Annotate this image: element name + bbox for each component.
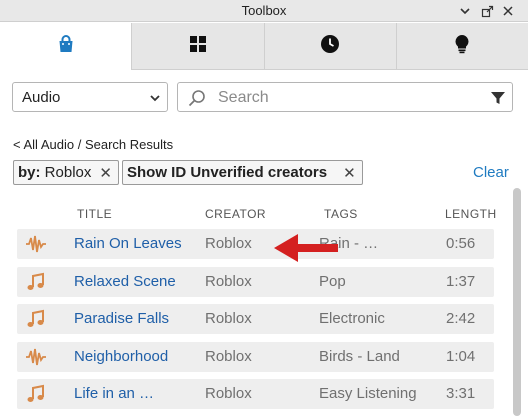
- filter-chip-unverified: Show ID Unverified creators ✕: [122, 160, 363, 185]
- chevron-down-icon[interactable]: [457, 3, 473, 19]
- row-creator: Roblox: [205, 385, 252, 402]
- breadcrumb-current: Search Results: [84, 137, 174, 152]
- tab-inventory[interactable]: [131, 23, 263, 69]
- shopping-bag-icon: [56, 34, 76, 59]
- window-titlebar: Toolbox: [0, 0, 528, 22]
- filter-chip-creator: by: Roblox ✕: [13, 160, 119, 185]
- row-title[interactable]: Life in an …: [74, 385, 154, 402]
- music-note-icon: [25, 309, 47, 329]
- row-length: 0:56: [446, 235, 476, 252]
- row-tags: Birds - Land: [319, 348, 400, 365]
- row-creator: Roblox: [205, 235, 252, 252]
- table-row[interactable]: Relaxed Scene Roblox Pop 1:37: [17, 267, 494, 297]
- table-row[interactable]: Life in an … Roblox Easy Listening 3:31: [17, 379, 494, 409]
- close-icon[interactable]: [500, 3, 516, 19]
- filter-chip-value: Roblox: [44, 164, 92, 181]
- row-title[interactable]: Neighborhood: [74, 348, 168, 365]
- search-icon: [188, 89, 206, 112]
- tab-recent[interactable]: [263, 23, 396, 69]
- breadcrumb-separator: /: [77, 137, 82, 152]
- undock-icon[interactable]: [479, 3, 495, 19]
- table-row[interactable]: Paradise Falls Roblox Electronic 2:42: [17, 304, 494, 334]
- music-note-icon: [25, 384, 47, 404]
- grid-icon: [189, 35, 207, 58]
- breadcrumb: < All Audio / Search Results: [13, 137, 173, 152]
- close-icon[interactable]: ✕: [99, 164, 112, 182]
- row-title[interactable]: Relaxed Scene: [74, 273, 176, 290]
- category-dropdown[interactable]: Audio: [12, 82, 168, 112]
- table-row[interactable]: Rain On Leaves Roblox Rain - … 0:56: [17, 229, 494, 259]
- music-note-icon: [25, 272, 47, 292]
- filter-icon[interactable]: [490, 90, 506, 111]
- search-input[interactable]: Search: [177, 82, 513, 112]
- lightbulb-icon: [454, 34, 470, 59]
- row-length: 1:37: [446, 273, 476, 290]
- scrollbar[interactable]: [513, 188, 521, 416]
- row-length: 2:42: [446, 310, 476, 327]
- row-length: 1:04: [446, 348, 476, 365]
- clear-filters-link[interactable]: Clear: [473, 164, 509, 181]
- row-title[interactable]: Rain On Leaves: [74, 235, 182, 252]
- row-tags: Easy Listening: [319, 385, 417, 402]
- column-header-creator[interactable]: CREATOR: [205, 207, 266, 221]
- waveform-icon: [25, 347, 47, 367]
- annotation-arrow-icon: [272, 228, 342, 273]
- search-placeholder: Search: [218, 89, 269, 106]
- row-length: 3:31: [446, 385, 476, 402]
- clock-icon: [320, 34, 340, 59]
- column-header-title[interactable]: TITLE: [77, 207, 112, 221]
- row-title[interactable]: Paradise Falls: [74, 310, 169, 327]
- filter-chip-value: Show ID Unverified creators: [127, 164, 328, 181]
- row-tags: Electronic: [319, 310, 385, 327]
- tab-marketplace[interactable]: [0, 23, 132, 71]
- tab-bar: [0, 23, 528, 71]
- row-tags: Pop: [319, 273, 346, 290]
- row-creator: Roblox: [205, 273, 252, 290]
- tab-creations[interactable]: [395, 23, 528, 69]
- row-creator: Roblox: [205, 310, 252, 327]
- filter-chip-prefix: by:: [18, 164, 41, 181]
- row-creator: Roblox: [205, 348, 252, 365]
- category-dropdown-value: Audio: [22, 89, 61, 106]
- column-header-tags[interactable]: TAGS: [324, 207, 358, 221]
- waveform-icon: [25, 234, 47, 254]
- breadcrumb-back-link[interactable]: < All Audio: [13, 137, 74, 152]
- table-row[interactable]: Neighborhood Roblox Birds - Land 1:04: [17, 342, 494, 372]
- column-header-length[interactable]: LENGTH: [445, 207, 497, 221]
- chevron-down-icon: [149, 91, 161, 109]
- close-icon[interactable]: ✕: [343, 164, 356, 182]
- window-title: Toolbox: [241, 3, 287, 18]
